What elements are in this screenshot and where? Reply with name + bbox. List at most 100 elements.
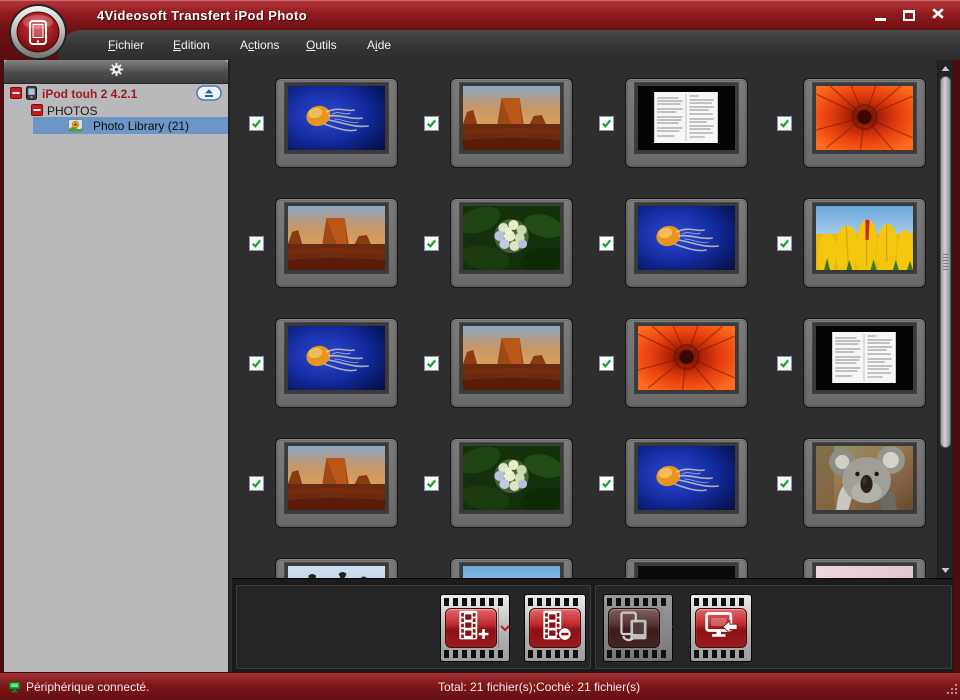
device-status-text: Périphérique connecté. [26,680,149,694]
photo-checkbox[interactable] [424,356,439,371]
photo-thumbnail[interactable] [803,438,926,528]
photo-thumbnail[interactable] [625,318,748,408]
menu-fichier[interactable]: Fichier [108,38,144,52]
photo-cell [424,318,573,408]
remove-photos-button[interactable] [524,594,586,662]
photo-image-jellyfish [635,443,738,513]
photo-thumbnail[interactable] [450,438,573,528]
close-button[interactable] [928,5,948,25]
photo-library-icon [68,119,83,135]
photo-checkbox[interactable] [249,116,264,131]
photo-image-red-flower [813,83,916,153]
photo-checkbox[interactable] [777,476,792,491]
photo-thumbnail[interactable] [275,558,398,578]
minimize-button[interactable] [870,5,890,25]
photo-checkbox[interactable] [249,476,264,491]
photo-thumbnail[interactable] [625,558,748,578]
eject-button[interactable] [196,85,222,104]
scrollbar-thumb[interactable] [940,76,951,448]
photo-image-pink [813,563,916,578]
photo-checkbox[interactable] [424,236,439,251]
photo-cell [599,198,748,288]
add-photos-button[interactable] [440,594,510,662]
window-border-left [0,60,4,672]
photo-thumbnail[interactable] [450,558,573,578]
photo-thumbnail[interactable] [275,438,398,528]
window-controls [870,5,948,25]
photo-checkbox[interactable] [599,116,614,131]
export-computer-icon [703,609,739,648]
photo-thumbnail[interactable] [803,318,926,408]
photo-checkbox[interactable] [424,116,439,131]
photo-image-penguins [285,563,388,578]
photo-image-dark [635,563,738,578]
resize-grip[interactable] [946,683,958,698]
film-perforations [607,598,669,606]
menu-outils[interactable]: Outils [306,38,337,52]
photo-checkbox[interactable] [777,356,792,371]
device-transfer-icon [616,609,652,648]
photo-cell [777,78,926,168]
photo-image-desert [460,323,563,393]
app-window: 4Videosoft Transfert iPod Photo Fichier E… [0,0,960,700]
photo-cell [249,198,398,288]
photo-checkbox[interactable] [249,356,264,371]
film-perforations [694,650,748,658]
photo-checkbox[interactable] [599,236,614,251]
maximize-icon [903,10,915,21]
titlebar[interactable]: 4Videosoft Transfert iPod Photo [0,0,960,30]
bottom-toolbar [232,578,953,672]
film-perforations [694,598,748,606]
photo-image-jellyfish [285,323,388,393]
photo-thumbnail[interactable] [450,78,573,168]
photo-image-desert [285,443,388,513]
photo-thumbnail[interactable] [275,78,398,168]
photo-grid [232,60,937,578]
photo-image-tulips [460,563,563,578]
menu-edition[interactable]: Edition [173,38,210,52]
maximize-button[interactable] [899,5,919,25]
photo-checkbox[interactable] [599,356,614,371]
photo-image-jellyfish [635,203,738,273]
film-perforations [444,598,506,606]
device-label: iPod touh 2 4.2.1 [42,87,137,101]
photo-thumbnail[interactable] [803,78,926,168]
photo-thumbnail[interactable] [625,78,748,168]
tree-item-photo-library[interactable]: Photo Library (21) [33,117,228,134]
menubar: Fichier Edition Actions Outils Aide [0,30,960,60]
photo-checkbox[interactable] [249,236,264,251]
collapse-minus-icon[interactable] [10,87,22,102]
gear-icon[interactable] [109,62,124,82]
photo-checkbox[interactable] [777,116,792,131]
photo-checkbox[interactable] [599,476,614,491]
photo-thumbnail[interactable] [803,558,926,578]
photo-image-hydrangea [460,203,563,273]
photo-thumbnail[interactable] [450,318,573,408]
filmstrip-add-icon [453,609,489,648]
tree-item-device[interactable]: iPod touh 2 4.2.1 [4,86,228,102]
dropdown-chevron-icon[interactable] [498,608,511,648]
photo-thumbnail[interactable] [625,198,748,288]
menu-actions[interactable]: Actions [240,38,279,52]
statusbar: Périphérique connecté. Total: 21 fichier… [0,672,960,700]
ipod-device-icon [26,86,37,103]
film-perforations [528,598,582,606]
photo-thumbnail[interactable] [625,438,748,528]
vertical-scrollbar[interactable] [937,60,953,578]
scrollbar-grip [943,254,948,270]
sidebar-header [4,60,228,84]
photo-cell [424,558,573,578]
export-to-computer-button[interactable] [690,594,752,662]
photo-image-red-flower [635,323,738,393]
photo-thumbnail[interactable] [803,198,926,288]
sidebar: iPod touh 2 4.2.1 PHOTOS Photo Library (… [4,60,230,672]
photo-thumbnail[interactable] [275,198,398,288]
photo-checkbox[interactable] [424,476,439,491]
menu-strip: Fichier Edition Actions Outils Aide [58,30,960,60]
device-connected-icon [8,681,21,696]
menu-aide[interactable]: Aide [367,38,391,52]
file-summary-text: Total: 21 fichier(s);Coché: 21 fichier(s… [438,680,640,694]
photo-thumbnail[interactable] [450,198,573,288]
photo-checkbox[interactable] [777,236,792,251]
photo-thumbnail[interactable] [275,318,398,408]
